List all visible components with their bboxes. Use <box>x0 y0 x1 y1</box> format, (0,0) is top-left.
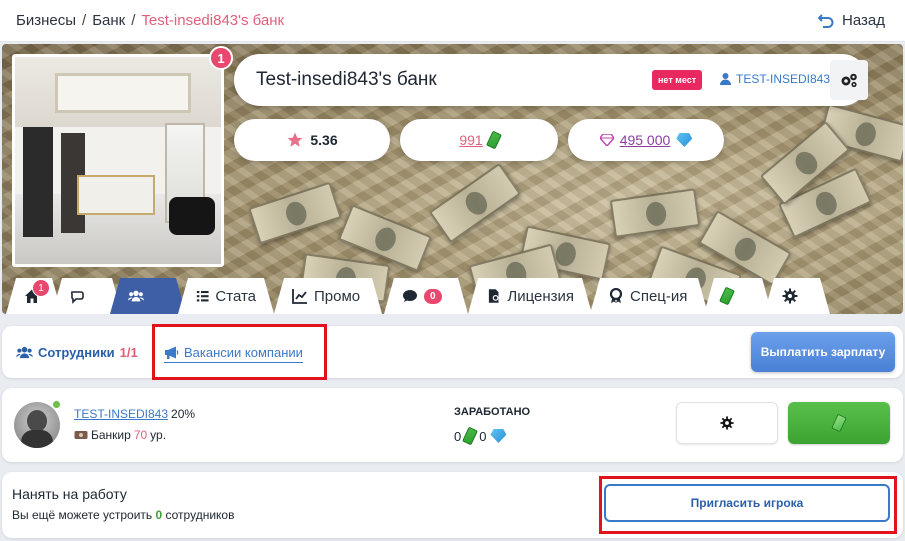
cash-icon <box>831 413 847 433</box>
award-icon <box>608 288 624 304</box>
employee-name-line: TEST-INSEDI843 20% <box>74 407 195 421</box>
earned-values: 0 0 <box>454 426 507 446</box>
employee-settings-button[interactable] <box>676 402 778 444</box>
hire-subtitle-prefix: Вы ещё можете устроить <box>12 508 153 522</box>
hire-card: Нанять на работу Вы ещё можете устроить … <box>2 472 903 538</box>
breadcrumb-separator: / <box>82 12 87 29</box>
megaphone-icon <box>165 346 179 359</box>
cash-icon <box>462 426 479 446</box>
tab-stats[interactable]: Стата <box>178 278 274 314</box>
employee-avatar[interactable] <box>14 402 60 448</box>
comment-icon <box>402 288 418 304</box>
money-icon <box>719 287 735 306</box>
pay-salary-button[interactable]: Выплатить зарплату <box>751 332 895 372</box>
business-settings-button[interactable] <box>830 60 868 100</box>
tab-promo[interactable]: Промо <box>274 278 382 314</box>
employees-label: Сотрудники <box>38 345 115 360</box>
tab-license-label: Лицензия <box>507 287 574 305</box>
money-bill-decoration <box>248 181 342 245</box>
business-title-card: Test-insedi843's банк нет мест TEST-INSE… <box>234 54 868 106</box>
owner-link[interactable]: TEST-INSEDI843 <box>720 72 830 86</box>
tab-stats-label: Стата <box>215 287 256 305</box>
business-photo <box>12 54 224 267</box>
tab-home-badge: 1 <box>32 279 50 297</box>
star-icon <box>287 132 303 147</box>
employee-pay-button[interactable] <box>788 402 890 444</box>
gem-icon <box>676 133 693 147</box>
users-icon <box>128 288 144 304</box>
hire-title: Нанять на работу <box>12 486 127 502</box>
tab-comments[interactable]: 0 <box>384 278 468 314</box>
earned-gems: 0 <box>479 428 487 444</box>
status-badge: нет мест <box>652 70 703 90</box>
money-pill[interactable]: 991 <box>400 119 558 161</box>
business-tabs: 1 Стата Промо 0 Лицензия Спец-ия <box>2 278 903 314</box>
rating-pill: 5.36 <box>234 119 390 161</box>
business-title: Test-insedi843's банк <box>256 69 437 90</box>
breadcrumb-bar: Бизнесы / Банк / Test-insedi843's банк Назад <box>0 0 905 42</box>
tab-employees[interactable] <box>110 278 186 314</box>
employees-ratio: 1/1 <box>119 345 138 360</box>
tab-license[interactable]: Лицензия <box>468 278 592 314</box>
banknote-icon <box>74 431 88 439</box>
hire-subtitle-suffix: сотрудников <box>165 508 235 522</box>
owner-name: TEST-INSEDI843 <box>736 72 831 86</box>
earned-label: ЗАРАБОТАНО <box>454 406 531 418</box>
money-bill-decoration <box>609 188 701 238</box>
breadcrumb-current: Test-insedi843's банк <box>141 12 285 29</box>
employee-role-line: Банкир 70 ур. <box>74 428 166 442</box>
tab-money[interactable] <box>704 278 772 314</box>
employee-role: Банкир <box>91 428 131 442</box>
invite-player-button[interactable]: Пригласить игрока <box>604 484 890 522</box>
gem-icon <box>490 429 507 443</box>
gems-value: 495 000 <box>619 132 671 148</box>
gear-icon <box>720 416 734 430</box>
business-hero: 1 Test-insedi843's банк нет мест TEST-IN… <box>2 44 903 314</box>
tab-specialization[interactable]: Спец-ия <box>590 278 708 314</box>
hire-subtitle-count: 0 <box>155 508 163 522</box>
employee-percent: 20% <box>171 407 196 421</box>
breadcrumb-item-bank[interactable]: Банк <box>92 12 125 29</box>
gems-pill[interactable]: 495 000 <box>568 119 724 161</box>
undo-icon <box>818 13 834 28</box>
back-label: Назад <box>842 12 885 29</box>
user-icon <box>720 73 731 85</box>
money-bill-decoration <box>428 162 522 244</box>
employee-name-link[interactable]: TEST-INSEDI843 <box>74 407 168 421</box>
tab-promo-label: Промо <box>314 287 361 305</box>
back-button[interactable]: Назад <box>818 12 885 29</box>
diamond-icon <box>599 134 614 146</box>
breadcrumb-separator: / <box>131 12 136 29</box>
photo-badge: 1 <box>209 46 233 70</box>
money-value: 991 <box>459 132 483 148</box>
gears-icon <box>841 73 857 88</box>
breadcrumb-item-businesses[interactable]: Бизнесы <box>16 12 76 29</box>
vacancies-label: Вакансии компании <box>184 345 303 360</box>
users-icon <box>16 346 33 359</box>
employee-level-suffix: ур. <box>150 428 167 442</box>
online-indicator <box>52 400 61 409</box>
tab-specialization-label: Спец-ия <box>630 287 688 305</box>
employees-subbar: Сотрудники 1/1 Вакансии компании Выплати… <box>2 324 903 380</box>
chat-icon <box>70 288 86 304</box>
hire-subtitle: Вы ещё можете устроить 0 сотрудников <box>12 508 234 522</box>
chart-icon <box>292 288 308 304</box>
tab-comments-count: 0 <box>424 289 442 304</box>
vacancies-link[interactable]: Вакансии компании <box>164 345 303 363</box>
breadcrumb: Бизнесы / Банк / Test-insedi843's банк <box>16 12 284 29</box>
cash-icon <box>485 130 502 150</box>
tab-settings[interactable] <box>764 278 830 314</box>
list-icon <box>196 288 209 304</box>
earned-money: 0 <box>454 428 462 444</box>
employees-tab-link[interactable]: Сотрудники 1/1 <box>16 345 138 360</box>
license-icon <box>486 288 501 304</box>
rating-value: 5.36 <box>310 132 338 148</box>
gear-icon <box>782 288 798 304</box>
employee-level: 70 <box>133 428 148 442</box>
employee-card: TEST-INSEDI843 20% Банкир 70 ур. ЗАРАБОТА… <box>2 388 903 462</box>
